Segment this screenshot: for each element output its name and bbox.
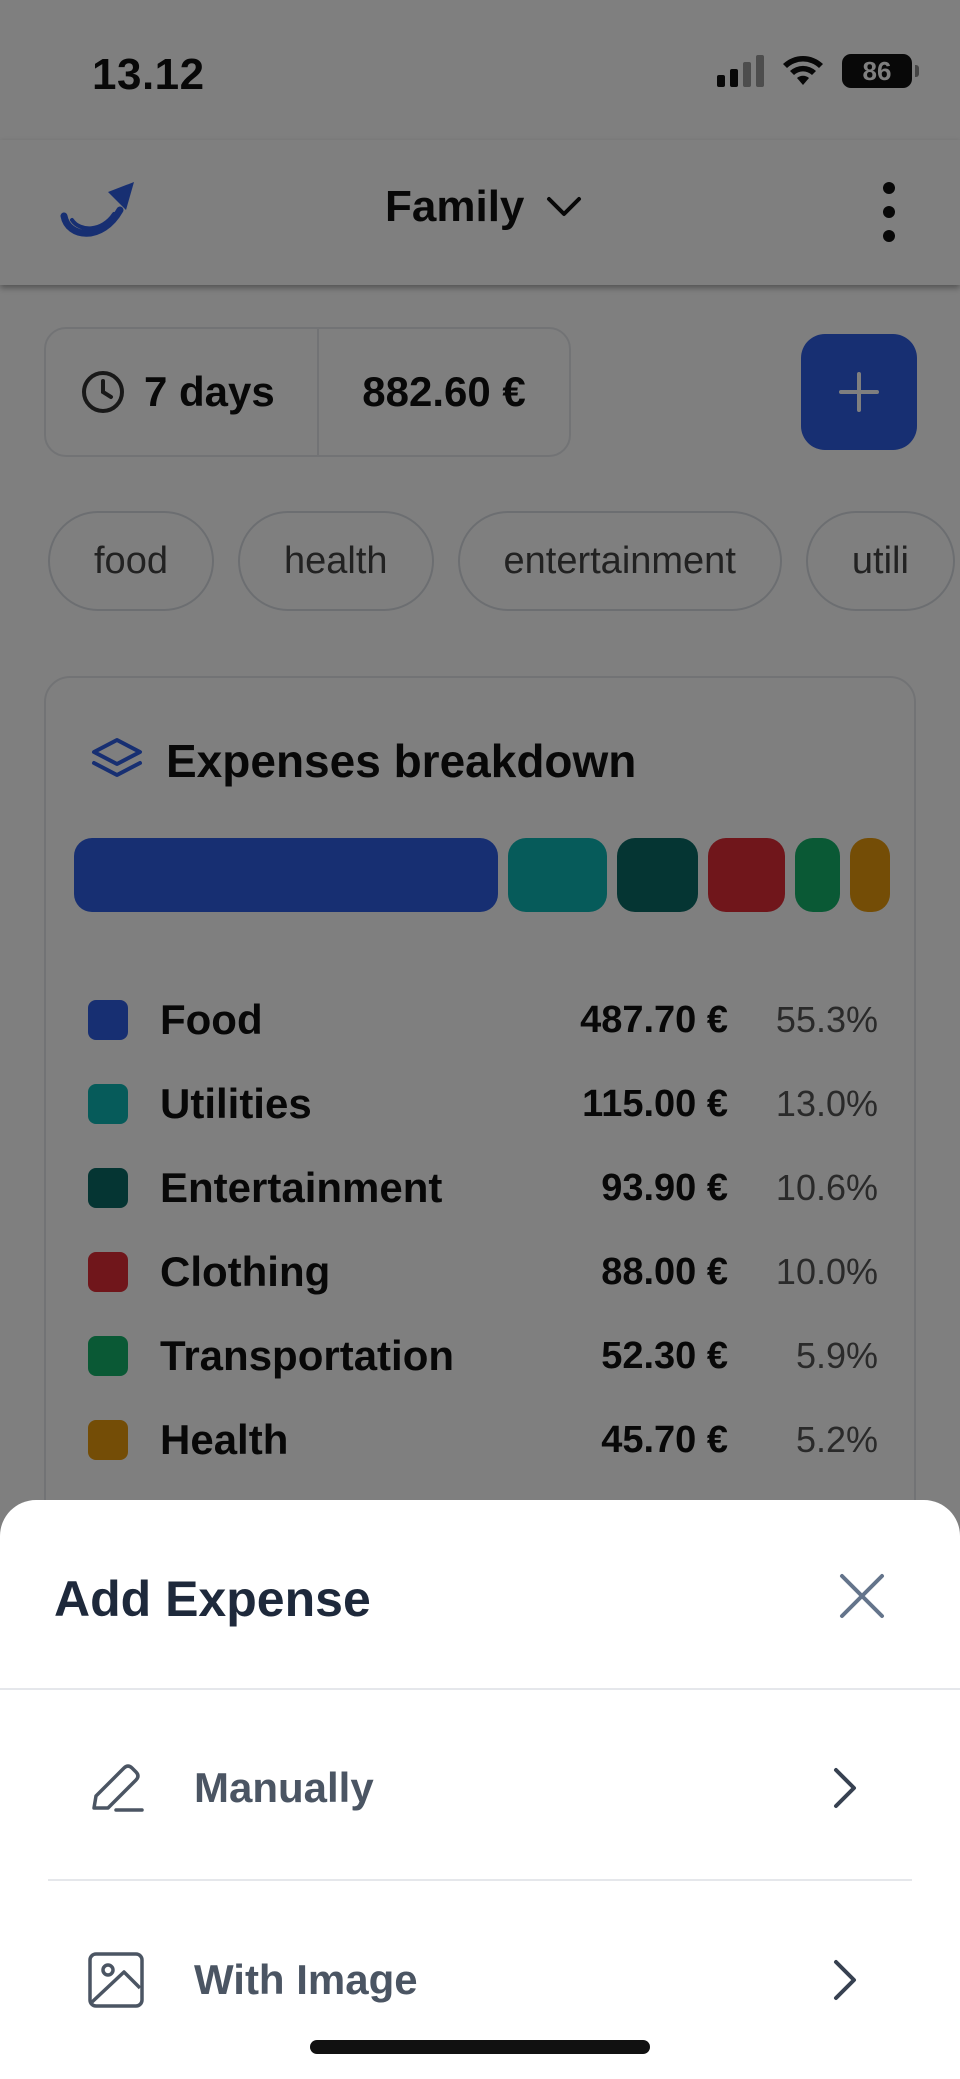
option-label: With Image xyxy=(194,1956,418,2003)
chevron-right-icon xyxy=(834,1768,856,1808)
home-indicator xyxy=(310,2040,650,2054)
sheet-title: Add Expense xyxy=(54,1571,371,1627)
add-expense-sheet: Add Expense Manually With Image xyxy=(0,1500,960,2079)
option-manually[interactable]: Manually xyxy=(48,1698,912,1878)
pencil-icon xyxy=(92,1764,144,1812)
option-label: Manually xyxy=(194,1764,374,1811)
image-icon xyxy=(88,1952,144,2008)
sheet-divider xyxy=(0,1688,960,1690)
chevron-right-icon xyxy=(834,1960,856,2000)
app-screen: 13.12 86 Family xyxy=(0,0,960,2079)
close-icon[interactable] xyxy=(834,1568,890,1624)
option-divider xyxy=(48,1879,912,1881)
